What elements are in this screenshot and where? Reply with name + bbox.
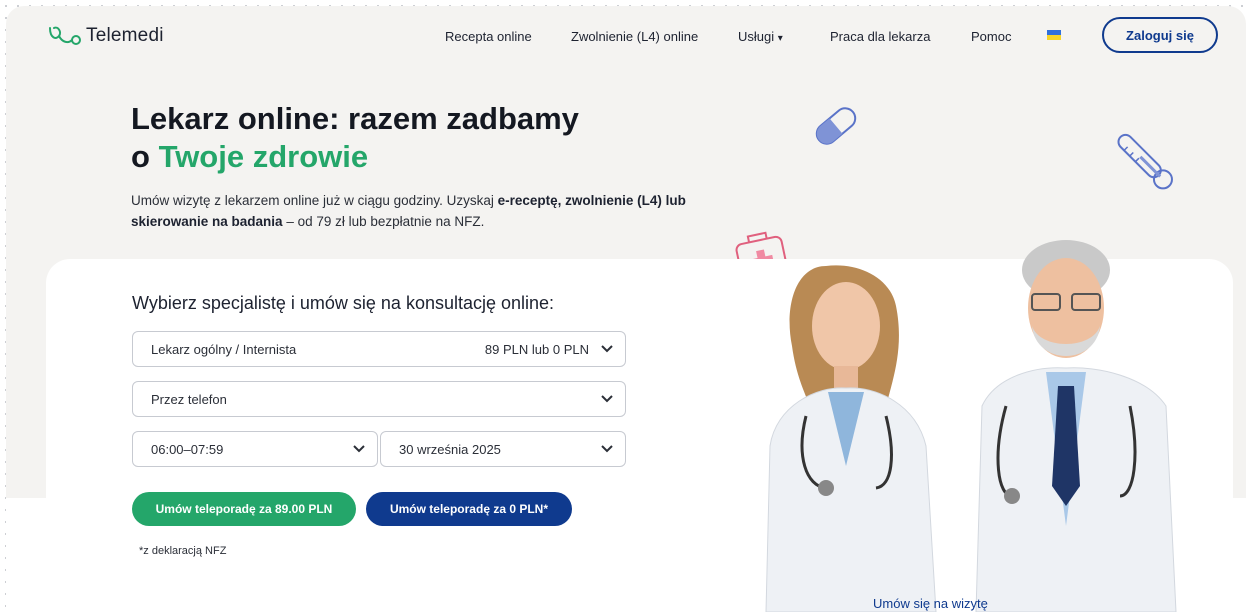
thermometer-icon [1117,133,1173,190]
lead-text-2: – od 79 zł lub bezpłatnie na NFZ. [282,214,485,229]
nfz-footnote: *z deklaracją NFZ [139,545,227,557]
nav-uslugi-label: Usługi [738,29,775,44]
date-value: 30 września 2025 [399,441,501,457]
hero-title-line1: Lekarz online: razem zadbamy [131,101,579,136]
brand-name: Telemedi [86,25,164,46]
chevron-down-icon [601,393,613,405]
specialist-value: Lekarz ogólny / Internista [151,341,297,357]
lead-text-1: Umów wizytę z lekarzem online już w ciąg… [131,193,498,208]
hero-lead: Umów wizytę z lekarzem online już w ciąg… [131,190,751,232]
page-frame: Telemedi Recepta online Zwolnienie (L4) … [6,6,1246,612]
book-visit-link[interactable]: Umów się na wizytę [873,596,988,611]
caret-down-icon: ▾ [777,33,783,44]
chevron-down-icon [353,443,365,455]
book-paid-button[interactable]: Umów teleporadę za 89.00 PLN [132,492,356,526]
pill-icon [815,107,857,145]
specialist-select[interactable]: Lekarz ogólny / Internista 89 PLN lub 0 … [132,331,626,367]
nav-recepta[interactable]: Recepta online [445,29,532,44]
nav-praca[interactable]: Praca dla lekarza [830,29,930,44]
nav-zwolnienie[interactable]: Zwolnienie (L4) online [571,29,698,44]
brand-logo[interactable]: Telemedi [46,24,164,48]
login-button[interactable]: Zaloguj się [1102,17,1218,53]
hero-title: Lekarz online: razem zadbamy o Twoje zdr… [131,100,579,176]
nav-pomoc[interactable]: Pomoc [971,29,1011,44]
nav-uslugi[interactable]: Usługi ▾ [738,29,783,44]
book-nfz-button[interactable]: Umów teleporadę za 0 PLN* [366,492,572,526]
time-select[interactable]: 06:00–07:59 [132,431,378,467]
hero-title-line2: o Twoje zdrowie [131,138,579,176]
logo-stethoscope-icon [49,26,81,45]
channel-value: Przez telefon [151,391,227,407]
hero-title-highlight: Twoje zdrowie [158,139,369,174]
hero-title-prefix: o [131,139,159,174]
ukraine-flag-icon[interactable] [1047,30,1061,40]
booking-title: Wybierz specjalistę i umów się na konsul… [132,293,555,313]
channel-select[interactable]: Przez telefon [132,381,626,417]
doctors-photo [765,240,1177,612]
chevron-down-icon [601,443,613,455]
date-select[interactable]: 30 września 2025 [380,431,626,467]
specialist-price: 89 PLN lub 0 PLN [484,341,589,357]
time-value: 06:00–07:59 [151,441,224,457]
chevron-down-icon [601,343,613,355]
